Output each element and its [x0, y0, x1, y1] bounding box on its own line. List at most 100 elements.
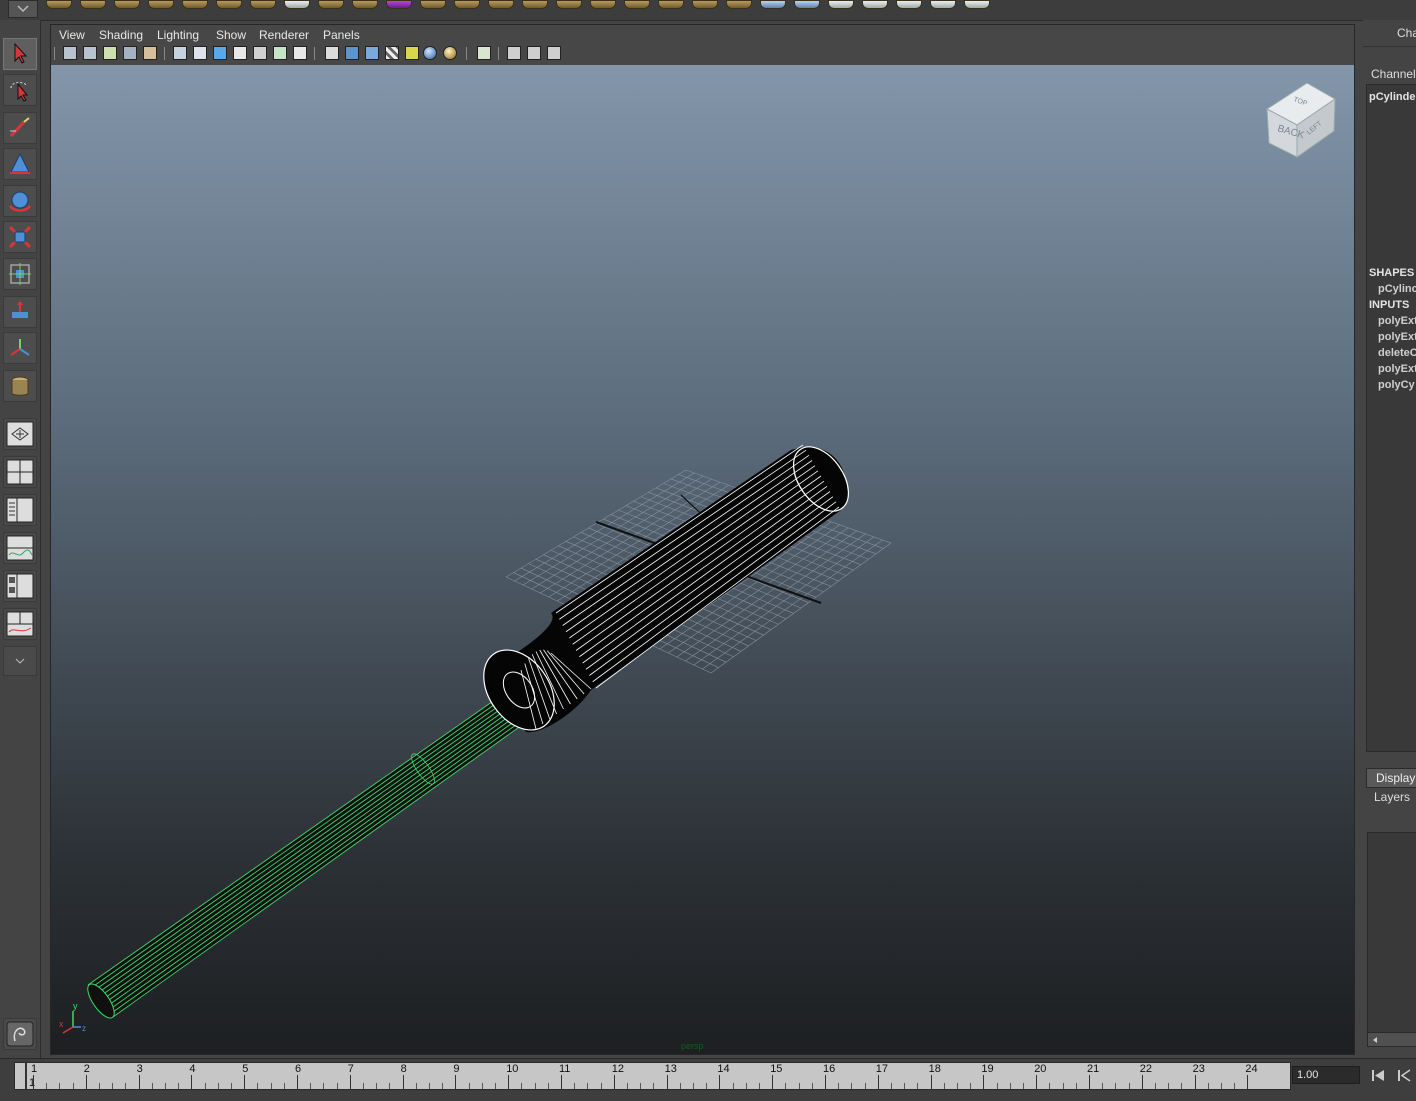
hypershade-layout-button[interactable]: [3, 570, 37, 602]
viewport-3d[interactable]: y x z BACK TOP LEFT persp: [51, 65, 1354, 1054]
screwdriver-shaft-wireframe[interactable]: [83, 684, 537, 1022]
menu-panels[interactable]: Panels: [323, 28, 360, 42]
shelf-tool-icon[interactable]: [692, 0, 718, 9]
select-camera-icon[interactable]: [63, 46, 77, 60]
shelf-tool-icon[interactable]: [862, 0, 888, 9]
menu-show[interactable]: Show: [216, 28, 246, 42]
menu-renderer[interactable]: Renderer: [259, 28, 309, 42]
shelf-tool-icon[interactable]: [896, 0, 922, 9]
wireframe-on-shaded-icon[interactable]: [365, 46, 379, 60]
textured-icon[interactable]: [385, 46, 399, 60]
shelf-tool-icon[interactable]: [352, 0, 378, 9]
subframe-tick: [481, 1083, 483, 1089]
input-node[interactable]: polyExt: [1378, 315, 1416, 327]
grease-pencil-icon[interactable]: [143, 46, 157, 60]
resolution-gate-icon[interactable]: [213, 46, 227, 60]
current-frame-marker[interactable]: [25, 1063, 27, 1089]
shelf-tool-icon[interactable]: [556, 0, 582, 9]
frame-tick: [349, 1075, 351, 1089]
shelf-tool-icon[interactable]: [216, 0, 242, 9]
film-gate-icon[interactable]: [193, 46, 207, 60]
frame-label: 19: [981, 1063, 994, 1075]
shelf-tool-icon[interactable]: [80, 0, 106, 9]
script-editor-button[interactable]: [3, 1018, 37, 1050]
xray-icon[interactable]: [507, 46, 521, 60]
object-name[interactable]: pCylinde: [1369, 91, 1415, 103]
shelf-tool-icon[interactable]: [386, 0, 412, 9]
shelf-tool-icon[interactable]: [658, 0, 684, 9]
shelf-tool-icon[interactable]: [454, 0, 480, 9]
shelf-tool-icon[interactable]: [182, 0, 208, 9]
display-layers-tab[interactable]: Display: [1366, 768, 1416, 788]
menu-view[interactable]: View: [59, 28, 85, 42]
xray-components-icon[interactable]: [547, 46, 561, 60]
use-all-lights-icon[interactable]: [405, 46, 419, 60]
lasso-tool-button[interactable]: [3, 74, 37, 106]
shelf-tool-icon[interactable]: [590, 0, 616, 9]
safe-action-icon[interactable]: [273, 46, 287, 60]
go-to-start-icon[interactable]: [1370, 1067, 1388, 1085]
universal-manipulator-button[interactable]: [3, 258, 37, 290]
channel-menu[interactable]: Channel: [1371, 67, 1416, 81]
screen-space-ao-icon[interactable]: [443, 46, 457, 60]
bookmarks-icon[interactable]: [103, 46, 117, 60]
layers-scrollbar[interactable]: [1367, 1032, 1416, 1047]
grid-icon[interactable]: [173, 46, 187, 60]
gate-mask-icon[interactable]: [233, 46, 247, 60]
isolate-select-icon[interactable]: [477, 46, 491, 60]
menu-lighting[interactable]: Lighting: [157, 28, 199, 42]
soft-select-tool-button[interactable]: [3, 148, 37, 180]
rotate-tool-button[interactable]: [3, 185, 37, 217]
step-back-key-icon[interactable]: [1396, 1067, 1414, 1085]
view-cube[interactable]: BACK TOP LEFT: [1266, 82, 1336, 158]
shelf-tool-icon[interactable]: [726, 0, 752, 9]
layers-menu[interactable]: Layers: [1374, 790, 1410, 804]
shelf-tool-icon[interactable]: [488, 0, 514, 9]
show-manipulator-button[interactable]: [3, 332, 37, 364]
shelf-tool-icon[interactable]: [522, 0, 548, 9]
four-view-layout-button[interactable]: [3, 456, 37, 488]
current-time-field[interactable]: 1.00: [1292, 1066, 1360, 1084]
input-node[interactable]: polyExt: [1378, 331, 1416, 343]
shelf-tool-icon[interactable]: [114, 0, 140, 9]
input-node[interactable]: polyExt: [1378, 363, 1416, 375]
field-chart-icon[interactable]: [253, 46, 267, 60]
image-plane-icon[interactable]: [123, 46, 137, 60]
menu-shading[interactable]: Shading: [99, 28, 143, 42]
wireframe-icon[interactable]: [325, 46, 339, 60]
scale-tool-button[interactable]: [3, 221, 37, 253]
shelf-menu-button[interactable]: [8, 0, 38, 18]
more-layouts-button[interactable]: [3, 646, 37, 676]
shelf-tool-icon[interactable]: [794, 0, 820, 9]
paint-select-tool-button[interactable]: [3, 112, 37, 144]
subframe-tick: [574, 1083, 576, 1089]
input-node[interactable]: deleteC: [1378, 347, 1416, 359]
shelf-tool-icon[interactable]: [828, 0, 854, 9]
shelf-tool-icon[interactable]: [250, 0, 276, 9]
smooth-shade-icon[interactable]: [345, 46, 359, 60]
xray-joints-icon[interactable]: [527, 46, 541, 60]
persp-graph-layout-button[interactable]: [3, 532, 37, 564]
shelf-tool-icon[interactable]: [148, 0, 174, 9]
time-slider[interactable]: 1 12345678910111213141516171819202122232…: [14, 1062, 1291, 1090]
shape-node[interactable]: pCylinc: [1378, 283, 1416, 295]
shelf-tool-icon[interactable]: [318, 0, 344, 9]
move-tool-button[interactable]: [3, 296, 37, 328]
shelf-tool-icon[interactable]: [46, 0, 72, 9]
shadows-icon[interactable]: [423, 46, 437, 60]
shelf-tool-icon[interactable]: [420, 0, 446, 9]
shelf-tool-icon[interactable]: [760, 0, 786, 9]
outliner-persp-layout-button[interactable]: [3, 494, 37, 526]
last-tool-button[interactable]: [3, 370, 37, 402]
select-tool-button[interactable]: [3, 38, 37, 70]
camera-attributes-icon[interactable]: [83, 46, 97, 60]
origin-axis-indicator: y x z: [59, 1001, 86, 1034]
graph-editor-layout-button[interactable]: [3, 608, 37, 640]
shelf-tool-icon[interactable]: [624, 0, 650, 9]
safe-title-icon[interactable]: [293, 46, 307, 60]
input-node[interactable]: polyCy: [1378, 379, 1415, 391]
shelf-tool-icon[interactable]: [284, 0, 310, 9]
shelf-tool-icon[interactable]: [964, 0, 990, 9]
single-perspective-layout-button[interactable]: [3, 418, 37, 450]
shelf-tool-icon[interactable]: [930, 0, 956, 9]
